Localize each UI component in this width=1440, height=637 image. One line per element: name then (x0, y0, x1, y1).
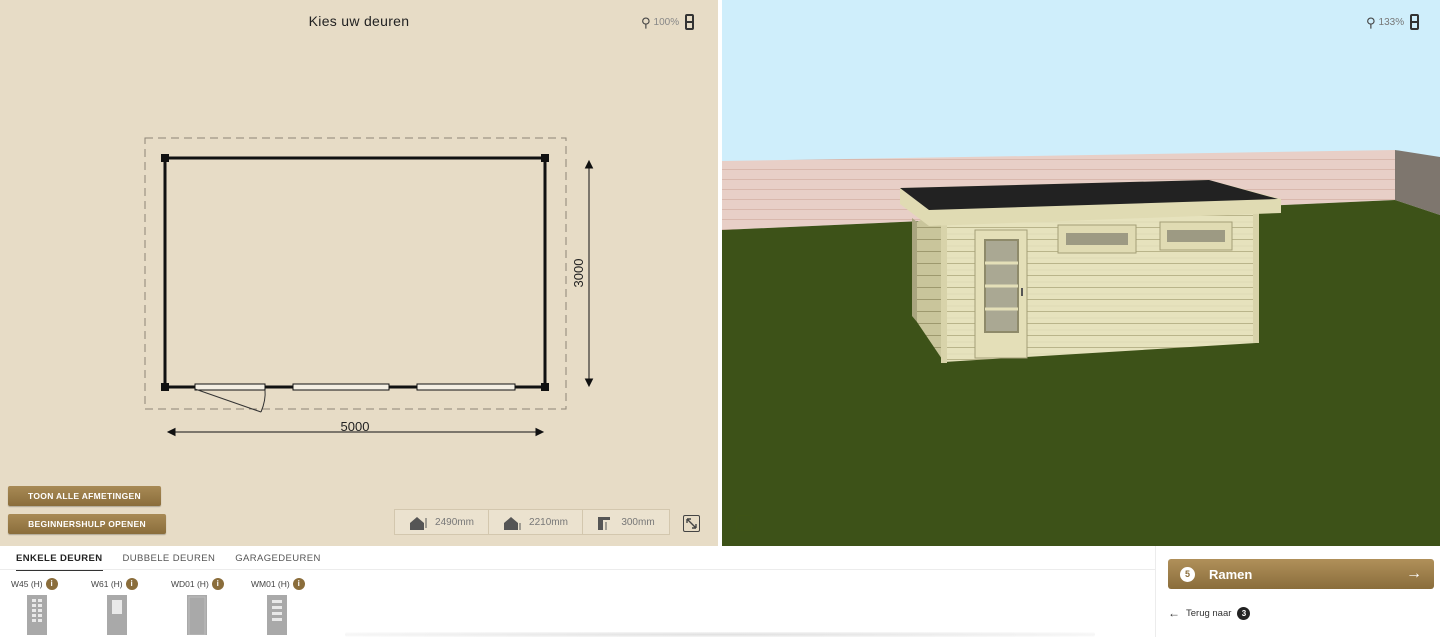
view-toggle-icon[interactable] (685, 14, 695, 30)
info-icon[interactable]: i (211, 577, 224, 590)
3d-zoom-control[interactable]: ⚲ 133% (1366, 14, 1420, 30)
next-step-label: Ramen (1209, 566, 1253, 582)
overhang-icon (598, 516, 611, 530)
door-opening (194, 383, 266, 391)
measure-eave-height[interactable]: 2210mm (489, 510, 583, 534)
door-list: W45 (H) i W61 (H) i WD01 (H) i WM01 (H) i (11, 577, 331, 636)
next-step-number: 5 (1180, 566, 1195, 582)
door-option-wm01[interactable]: WM01 (H) i (251, 577, 331, 635)
scroll-indicator (345, 632, 1095, 637)
tab-divider (0, 569, 1155, 570)
back-label: Terug naar (1186, 607, 1232, 619)
plan-zoom-control[interactable]: ⚲ 100% (641, 14, 695, 30)
3d-viewport[interactable]: ⚲ 133% (722, 0, 1440, 546)
door-option-w61[interactable]: W61 (H) i (91, 577, 171, 635)
corner-posts (161, 154, 549, 391)
show-all-dimensions-button[interactable]: TOON ALLE AFMETINGEN (8, 486, 161, 506)
view-toggle-icon[interactable] (1410, 14, 1420, 30)
info-icon[interactable]: i (125, 577, 138, 590)
back-link[interactable]: ← Terug naar 3 (1168, 606, 1251, 620)
arrow-right-icon: → (1406, 565, 1422, 582)
measure-wall-height[interactable]: 2490mm (395, 510, 489, 534)
info-icon[interactable]: i (45, 577, 58, 590)
measurement-bar: 2490mm 2210mm 300mm (394, 509, 670, 535)
3d-scene[interactable] (722, 0, 1440, 546)
sky (722, 0, 1440, 170)
zoom-magnifier-icon[interactable]: ⚲ (641, 16, 651, 29)
zoom-magnifier-icon[interactable]: ⚲ (1366, 16, 1376, 29)
plan-panel[interactable]: Kies uw deuren 5000 3000 ⚲ 100% TOON ALL… (0, 0, 718, 546)
wall-height-icon (410, 516, 427, 530)
depth-label: 3000 (571, 259, 586, 288)
next-step-button[interactable]: 5 Ramen → (1168, 559, 1434, 589)
front-openings (194, 383, 516, 413)
step-navigation: 5 Ramen → ← Terug naar 3 (1155, 546, 1440, 637)
eave-height-icon (504, 516, 521, 530)
door-thumbnail[interactable] (107, 595, 127, 635)
info-icon[interactable]: i (292, 577, 305, 590)
plan-fullscreen-icon[interactable] (683, 515, 700, 532)
depth-dimension (584, 159, 594, 388)
plan-zoom-value: 100% (653, 16, 680, 28)
door-picker: ENKELE DEUREN DUBBELE DEUREN GARAGEDEURE… (0, 546, 1440, 637)
3d-zoom-value: 133% (1378, 16, 1405, 28)
wall-outline (163, 156, 547, 389)
door-option-w45[interactable]: W45 (H) i (11, 577, 91, 635)
back-step-number: 3 (1237, 606, 1251, 620)
arrow-left-icon: ← (1168, 606, 1180, 620)
window-opening (292, 383, 390, 391)
3d-fullscreen-icon[interactable] (736, 515, 752, 531)
door-option-wd01[interactable]: WD01 (H) i (171, 577, 251, 636)
door-thumbnail[interactable] (267, 595, 287, 635)
door-thumbnail[interactable] (27, 595, 47, 635)
open-beginner-help-button[interactable]: BEGINNERSHULP OPENEN (8, 514, 166, 534)
roof-outline (144, 137, 567, 410)
width-label: 5000 (341, 419, 370, 434)
door-thumbnail[interactable] (187, 595, 207, 636)
measure-overhang[interactable]: 300mm (583, 510, 669, 534)
window-opening (416, 383, 516, 391)
floor-plan-drawing[interactable]: 5000 3000 (0, 0, 718, 546)
